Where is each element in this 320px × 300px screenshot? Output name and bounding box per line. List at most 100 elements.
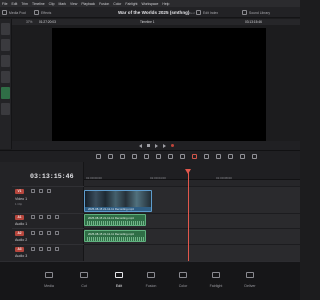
mute-icon[interactable] [55,215,59,219]
audio-waveform [87,221,145,225]
color-page-icon [179,272,187,278]
track-name: Audio 3 [15,254,28,258]
enable-track-icon[interactable] [47,189,51,193]
trim-tool-icon[interactable] [108,154,113,159]
track-badge[interactable]: V1 [15,189,24,194]
menu-item[interactable]: File [2,2,7,6]
mute-icon[interactable] [55,231,59,235]
menu-item[interactable]: Help [162,2,169,6]
dynamic-trim-icon[interactable] [120,154,125,159]
media-pool-panel [0,19,12,149]
deliver-page-icon [246,272,254,278]
auto-select-icon[interactable] [39,231,43,235]
media-page-icon [45,272,53,278]
menu-item[interactable]: Color [113,2,121,6]
effects-button[interactable]: Effects [34,9,51,16]
media-thumbnail[interactable] [1,71,10,83]
flag-icon[interactable] [216,154,221,159]
zoom-level[interactable]: 37% [26,20,32,24]
track-badge[interactable]: A3 [15,247,24,252]
page-tab-fairlight[interactable]: Fairlight [201,264,231,298]
play-reverse-icon[interactable] [138,143,142,148]
clip-name: 2025-08-15 21-12-11 Recording.mp4 [88,216,134,220]
track-controls [31,231,69,235]
project-edited-label: Edited [186,11,195,15]
menu-item[interactable]: Workspace [141,2,158,6]
page-tab-media[interactable]: Media [34,264,64,298]
lock-track-icon[interactable] [31,189,35,193]
auto-select-icon[interactable] [39,215,43,219]
track-badge[interactable]: A2 [15,231,24,236]
media-thumbnail[interactable] [1,103,10,115]
ruler-timecode: 01:00:04:00 [150,176,166,180]
snapping-icon[interactable] [180,154,185,159]
page-tab-fusion[interactable]: Fusion [136,264,166,298]
solo-icon[interactable] [47,247,51,251]
media-thumbnail[interactable] [1,39,10,51]
effects-icon [34,10,39,15]
next-frame-icon[interactable] [162,143,166,148]
page-tab-edit[interactable]: Edit [104,264,134,298]
lock-track-icon[interactable] [31,215,35,219]
audio-clip[interactable]: 2025-08-15 21-12-11 Recording.mp4 [84,214,146,226]
page-tab-deliver[interactable]: Deliver [235,264,265,298]
auto-select-icon[interactable] [39,189,43,193]
menu-bar: File Edit Trim Timeline Clip Mark View Playback… [0,0,300,7]
zoom-in-icon[interactable] [252,154,257,159]
track-name: Video 1 [15,197,28,201]
video-clip[interactable]: 2025-08-15 21-12-11 Recording.mp4 [84,190,152,212]
auto-select-icon[interactable] [39,247,43,251]
source-timecode: 01:27:20:03 [39,20,56,24]
media-thumbnail[interactable] [1,87,10,99]
marker-icon[interactable] [228,154,233,159]
media-thumbnail[interactable] [1,55,10,67]
sound-library-icon [242,10,247,15]
timeline-ruler[interactable] [84,162,300,180]
timeline-name[interactable]: Timeline 1 [140,20,155,24]
playhead-handle[interactable] [185,169,191,174]
play-icon[interactable] [154,143,158,148]
media-thumbnail[interactable] [1,23,10,35]
page-tab-cut[interactable]: Cut [69,264,99,298]
zoom-out-icon[interactable] [240,154,245,159]
menu-item[interactable]: Mark [59,2,67,6]
replace-clip-icon[interactable] [168,154,173,159]
menu-item[interactable]: Clip [49,2,55,6]
lock-track-icon[interactable] [31,231,35,235]
clip-name: 2025-08-15 21-12-11 Recording.mp4 [88,232,134,236]
stop-icon[interactable] [146,144,150,147]
edit-index-button[interactable]: Edit Index [196,9,218,16]
menu-item[interactable]: Timeline [32,2,45,6]
media-pool-button[interactable]: Media Pool [2,9,26,16]
sound-library-button[interactable]: Sound Library [242,9,270,16]
project-title: War of the Worlds 2025 (smthng) [118,10,190,15]
menu-item[interactable]: Trim [21,2,28,6]
page-tab-color[interactable]: Color [168,264,198,298]
solo-icon[interactable] [47,231,51,235]
fusion-page-icon [147,272,155,278]
insert-clip-icon[interactable] [144,154,149,159]
audio-3-lane[interactable] [84,244,300,261]
selection-tool-icon[interactable] [96,154,101,159]
track-name: Audio 2 [15,238,28,242]
cut-page-icon [80,272,88,278]
loop-icon[interactable] [170,144,174,147]
menu-item[interactable]: Fusion [99,2,109,6]
position-lock-icon[interactable] [204,154,209,159]
mute-icon[interactable] [55,247,59,251]
timeline-viewer[interactable] [52,28,266,141]
menu-item[interactable]: Fairlight [125,2,137,6]
track-badge[interactable]: A1 [15,215,24,220]
menu-item[interactable]: Edit [11,2,17,6]
track-controls [31,189,69,193]
overwrite-clip-icon[interactable] [156,154,161,159]
menu-item[interactable]: View [70,2,77,6]
menu-item[interactable]: Playback [81,2,95,6]
lock-track-icon[interactable] [31,247,35,251]
linked-selection-icon[interactable] [192,154,197,159]
timeline-timecode: 03:13:15:46 [30,173,74,180]
audio-clip[interactable]: 2025-08-15 21-12-11 Recording.mp4 [84,230,146,242]
blade-tool-icon[interactable] [132,154,137,159]
solo-icon[interactable] [47,215,51,219]
playhead[interactable] [188,169,189,261]
